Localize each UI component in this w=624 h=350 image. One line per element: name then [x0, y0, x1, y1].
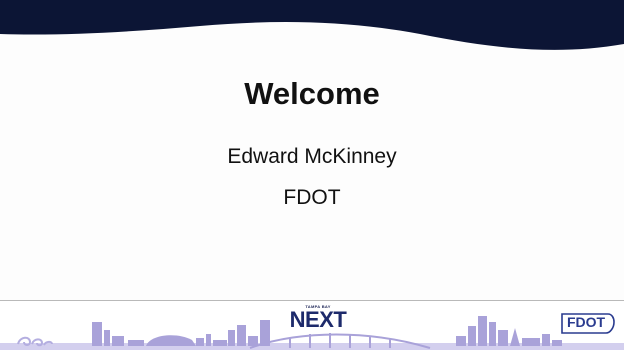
tampa-bay-next-logo: TAMPA BAY NEXT — [284, 304, 352, 334]
presenter-name: Edward McKinney — [227, 145, 397, 168]
fdot-logo: FDOT — [560, 310, 618, 336]
fdot-logo-word: FDOT — [566, 314, 606, 330]
title-slide: Welcome Edward McKinney FDOT TAMPA BAY N… — [0, 0, 624, 350]
presenter-organization: FDOT — [283, 186, 341, 209]
next-logo-word: NEXT — [289, 307, 347, 332]
header-wave-banner — [0, 0, 624, 50]
slide-title: Welcome — [244, 76, 380, 111]
